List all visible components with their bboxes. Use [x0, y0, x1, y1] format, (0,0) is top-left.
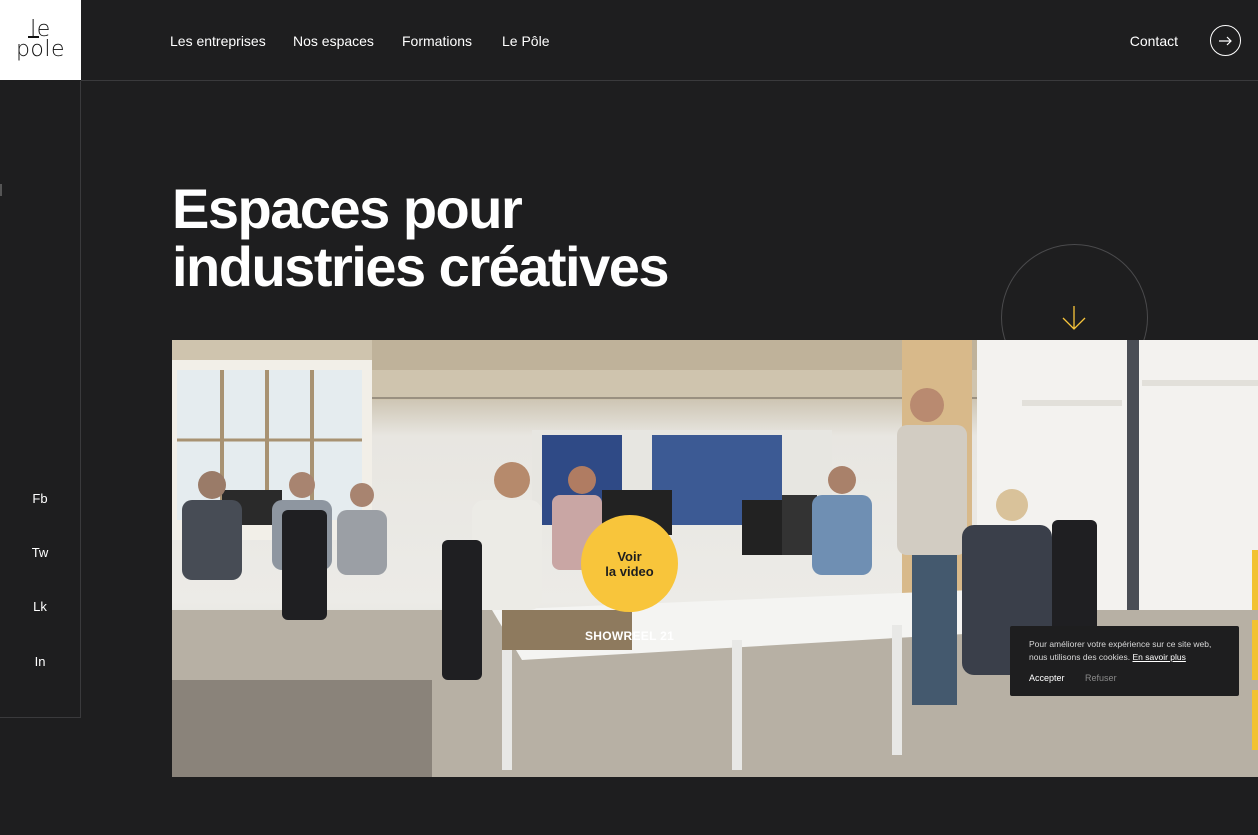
- cookie-banner: Pour améliorer votre expérience sur ce s…: [1010, 626, 1239, 696]
- nav-item-les-entreprises[interactable]: Les entreprises: [170, 33, 266, 49]
- left-sidebar: Fb Tw Lk In: [0, 81, 81, 718]
- nav-item-formations[interactable]: Formations: [402, 33, 472, 49]
- sidebar-indicator: [0, 184, 2, 196]
- social-facebook[interactable]: Fb: [0, 491, 80, 506]
- logo[interactable]: le pole: [0, 0, 81, 80]
- play-video-button[interactable]: Voir la video: [581, 515, 678, 612]
- office-photo-illustration: [172, 340, 1258, 777]
- hero-title-line-1: Espaces pour: [172, 177, 523, 240]
- logo-line-2: pole: [15, 36, 66, 62]
- top-navigation: Les entreprises Nos espaces Formations L…: [81, 0, 1258, 81]
- contact-link[interactable]: Contact: [1130, 33, 1178, 49]
- arrow-down-icon[interactable]: [1060, 304, 1088, 337]
- play-video-label-1: Voir: [617, 548, 642, 564]
- hero-title-line-2: industries créatives: [172, 235, 670, 298]
- showreel-caption: SHOWREEL 21: [585, 629, 675, 643]
- cookie-learn-more-link[interactable]: En savoir plus: [1133, 652, 1186, 662]
- cookie-actions: Accepter Refuser: [1029, 673, 1221, 683]
- arrow-right-icon[interactable]: [1210, 25, 1241, 56]
- nav-item-le-pole[interactable]: Le Pôle: [502, 33, 549, 49]
- nav-item-nos-espaces[interactable]: Nos espaces: [293, 33, 374, 49]
- cookie-refuse-button[interactable]: Refuser: [1085, 673, 1117, 683]
- cookie-message: Pour améliorer votre expérience sur ce s…: [1029, 638, 1221, 664]
- social-linkedin[interactable]: Lk: [0, 599, 80, 614]
- logo-line-2-text: pole: [15, 37, 66, 62]
- social-instagram[interactable]: In: [0, 654, 80, 669]
- office-photo: [172, 340, 1258, 777]
- hero-title: Espaces pour industries créatives: [172, 177, 670, 298]
- cookie-accept-button[interactable]: Accepter: [1029, 673, 1065, 683]
- social-twitter[interactable]: Tw: [0, 545, 80, 560]
- play-video-label-2: la video: [605, 563, 654, 579]
